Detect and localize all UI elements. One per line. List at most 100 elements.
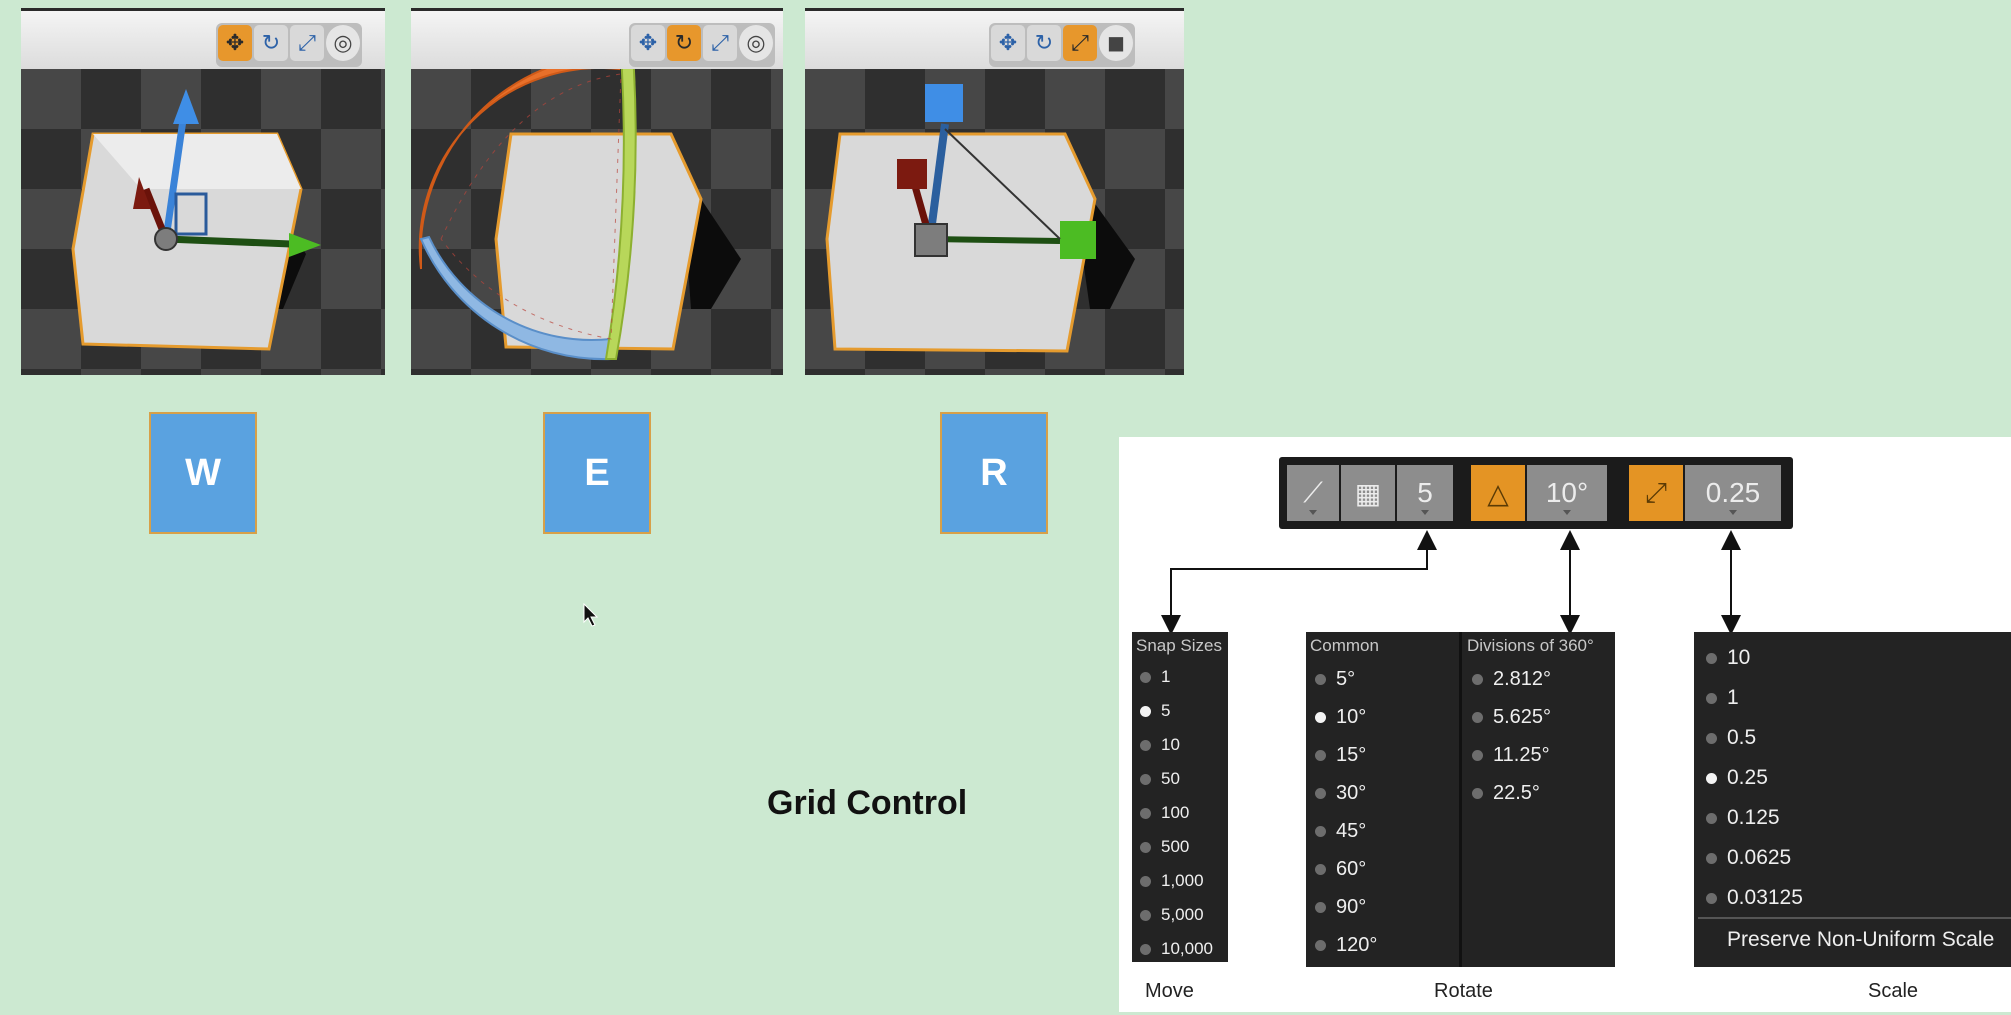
scale-icon[interactable]: ⤢	[703, 25, 737, 61]
radio-dot-icon	[1706, 732, 1717, 744]
rotate-common-option[interactable]: 45°	[1306, 812, 1459, 850]
connector-arrows	[1161, 530, 1741, 635]
move-snap-option[interactable]: 100	[1132, 796, 1228, 830]
scale-snap-option[interactable]: 1	[1694, 678, 2011, 718]
caption-scale: Scale	[1868, 980, 1919, 1002]
rotate-icon[interactable]: ↻	[1027, 25, 1061, 61]
radio-dot-icon	[1706, 692, 1717, 704]
x-axis-arrow	[165, 235, 292, 248]
radio-dot-icon	[1315, 749, 1326, 761]
scale-snap-option[interactable]: 10	[1694, 638, 2011, 678]
option-label: 1	[1161, 667, 1171, 686]
radio-dot-icon	[1140, 943, 1151, 955]
rotate-division-option[interactable]: 22.5°	[1463, 774, 1615, 812]
option-label: 0.03125	[1727, 886, 1803, 909]
move-icon[interactable]: ✥	[218, 25, 252, 61]
preserve-non-uniform-scale-option[interactable]: Preserve Non-Uniform Scale	[1727, 928, 1994, 952]
move-snap-option[interactable]: 10	[1132, 728, 1228, 762]
viewport-toolbar-bar: ✥ ↻ ⤢ ◎	[411, 11, 783, 69]
world-icon[interactable]: ◎	[739, 25, 773, 61]
radio-dot-icon	[1315, 863, 1326, 875]
key-e: E	[543, 412, 651, 534]
scale-snap-option[interactable]: 0.0625	[1694, 838, 2011, 878]
rotate-common-option[interactable]: 10°	[1306, 698, 1459, 736]
option-label: 10	[1727, 646, 1751, 669]
option-label: 2.812°	[1493, 667, 1552, 690]
scale-snap-option[interactable]: 0.25	[1694, 758, 2011, 798]
snap-sizes-header: Snap Sizes	[1136, 636, 1222, 655]
option-label: 10,000	[1161, 939, 1213, 958]
move-icon[interactable]: ✥	[631, 25, 665, 61]
move-snap-menu: Snap Sizes 1 5 10 50 100 500 1,000 5,000 10,000	[1132, 632, 1228, 962]
key-w: W	[149, 412, 257, 534]
rotate-snap-menu: Common 5° 10° 15° 30° 45° 60° 90° 120° Division…	[1306, 632, 1615, 967]
rotate-common-option[interactable]: 60°	[1306, 850, 1459, 888]
rotate-division-option[interactable]: 11.25°	[1463, 736, 1615, 774]
transform-toolbar: ✥ ↻ ⤢ ◎	[216, 23, 362, 67]
viewport-translate[interactable]: ✥ ↻ ⤢ ◎	[21, 8, 385, 375]
option-label: 30°	[1336, 781, 1367, 804]
rotate-common-option[interactable]: 120°	[1306, 926, 1459, 964]
scale-snap-option[interactable]: 0.125	[1694, 798, 2011, 838]
rotate-icon[interactable]: ↻	[667, 25, 701, 61]
caption-move: Move	[1145, 980, 1194, 1002]
rotate-common-option[interactable]: 30°	[1306, 774, 1459, 812]
move-snap-option[interactable]: 500	[1132, 830, 1228, 864]
rotate-division-option[interactable]: 5.625°	[1463, 698, 1615, 736]
cube-icon[interactable]: ◼	[1099, 25, 1133, 61]
grid-control-panel: ⟋ ▦ 5 △ 10° ⤢ 0.25 Snap Sizes 1 5 10 50 100 5…	[1119, 437, 2011, 1012]
move-snap-option[interactable]: 10,000	[1132, 932, 1228, 966]
radio-dot-icon	[1315, 825, 1326, 837]
radio-dot-icon	[1472, 711, 1483, 723]
viewport-toolbar-bar: ✥ ↻ ⤢ ◎	[21, 11, 385, 69]
option-label: 0.25	[1727, 766, 1768, 789]
rotate-common-option[interactable]: 90°	[1306, 888, 1459, 926]
scale-snap-option[interactable]: 0.03125	[1694, 878, 2011, 918]
rotate-common-option[interactable]: 15°	[1306, 736, 1459, 774]
viewport-scene	[411, 52, 783, 375]
rotate-common-option[interactable]: 5°	[1306, 660, 1459, 698]
move-snap-option[interactable]: 1	[1132, 660, 1228, 694]
move-snap-option[interactable]: 5,000	[1132, 898, 1228, 932]
radio-dot-icon	[1706, 892, 1717, 904]
translate-gizmo-scene	[71, 89, 321, 351]
radio-dot-icon	[1706, 772, 1717, 784]
option-label: 11.25°	[1493, 743, 1550, 766]
mouse-cursor-icon	[583, 603, 599, 627]
option-label: 10°	[1336, 705, 1367, 728]
grid-control-title: Grid Control	[767, 784, 968, 822]
radio-dot-icon	[1140, 705, 1151, 717]
option-label: 0.125	[1727, 806, 1780, 829]
move-snap-option[interactable]: 5	[1132, 694, 1228, 728]
option-label: 5°	[1336, 667, 1356, 690]
option-label: 1	[1727, 686, 1739, 709]
option-label: 22.5°	[1493, 781, 1540, 804]
viewport-scene	[21, 69, 385, 375]
viewport-scene	[805, 69, 1184, 375]
option-label: 120°	[1336, 933, 1378, 956]
option-label: 5,000	[1161, 905, 1204, 924]
radio-dot-icon	[1140, 739, 1151, 751]
rotate-icon[interactable]: ↻	[254, 25, 288, 61]
viewport-rotate[interactable]: ✥ ↻ ⤢ ◎	[411, 8, 783, 375]
move-snap-option[interactable]: 1,000	[1132, 864, 1228, 898]
viewport-toolbar-bar: ✥ ↻ ⤢ ◼	[805, 11, 1184, 69]
option-label: 5.625°	[1493, 705, 1552, 728]
radio-dot-icon	[1315, 673, 1326, 685]
radio-dot-icon	[1140, 807, 1151, 819]
rotate-division-option[interactable]: 2.812°	[1463, 660, 1615, 698]
option-label: 50	[1161, 769, 1180, 788]
radio-dot-icon	[1140, 909, 1151, 921]
radio-dot-icon	[1472, 749, 1483, 761]
move-icon[interactable]: ✥	[991, 25, 1025, 61]
radio-dot-icon	[1315, 901, 1326, 913]
scale-snap-option[interactable]: 0.5	[1694, 718, 2011, 758]
world-icon[interactable]: ◎	[326, 25, 360, 61]
scale-icon[interactable]: ⤢	[1063, 25, 1097, 61]
common-header: Common	[1310, 636, 1379, 655]
viewport-scale[interactable]: ✥ ↻ ⤢ ◼	[805, 8, 1184, 375]
option-label: 100	[1161, 803, 1190, 822]
move-snap-option[interactable]: 50	[1132, 762, 1228, 796]
option-label: 10	[1161, 735, 1180, 754]
scale-icon[interactable]: ⤢	[290, 25, 324, 61]
